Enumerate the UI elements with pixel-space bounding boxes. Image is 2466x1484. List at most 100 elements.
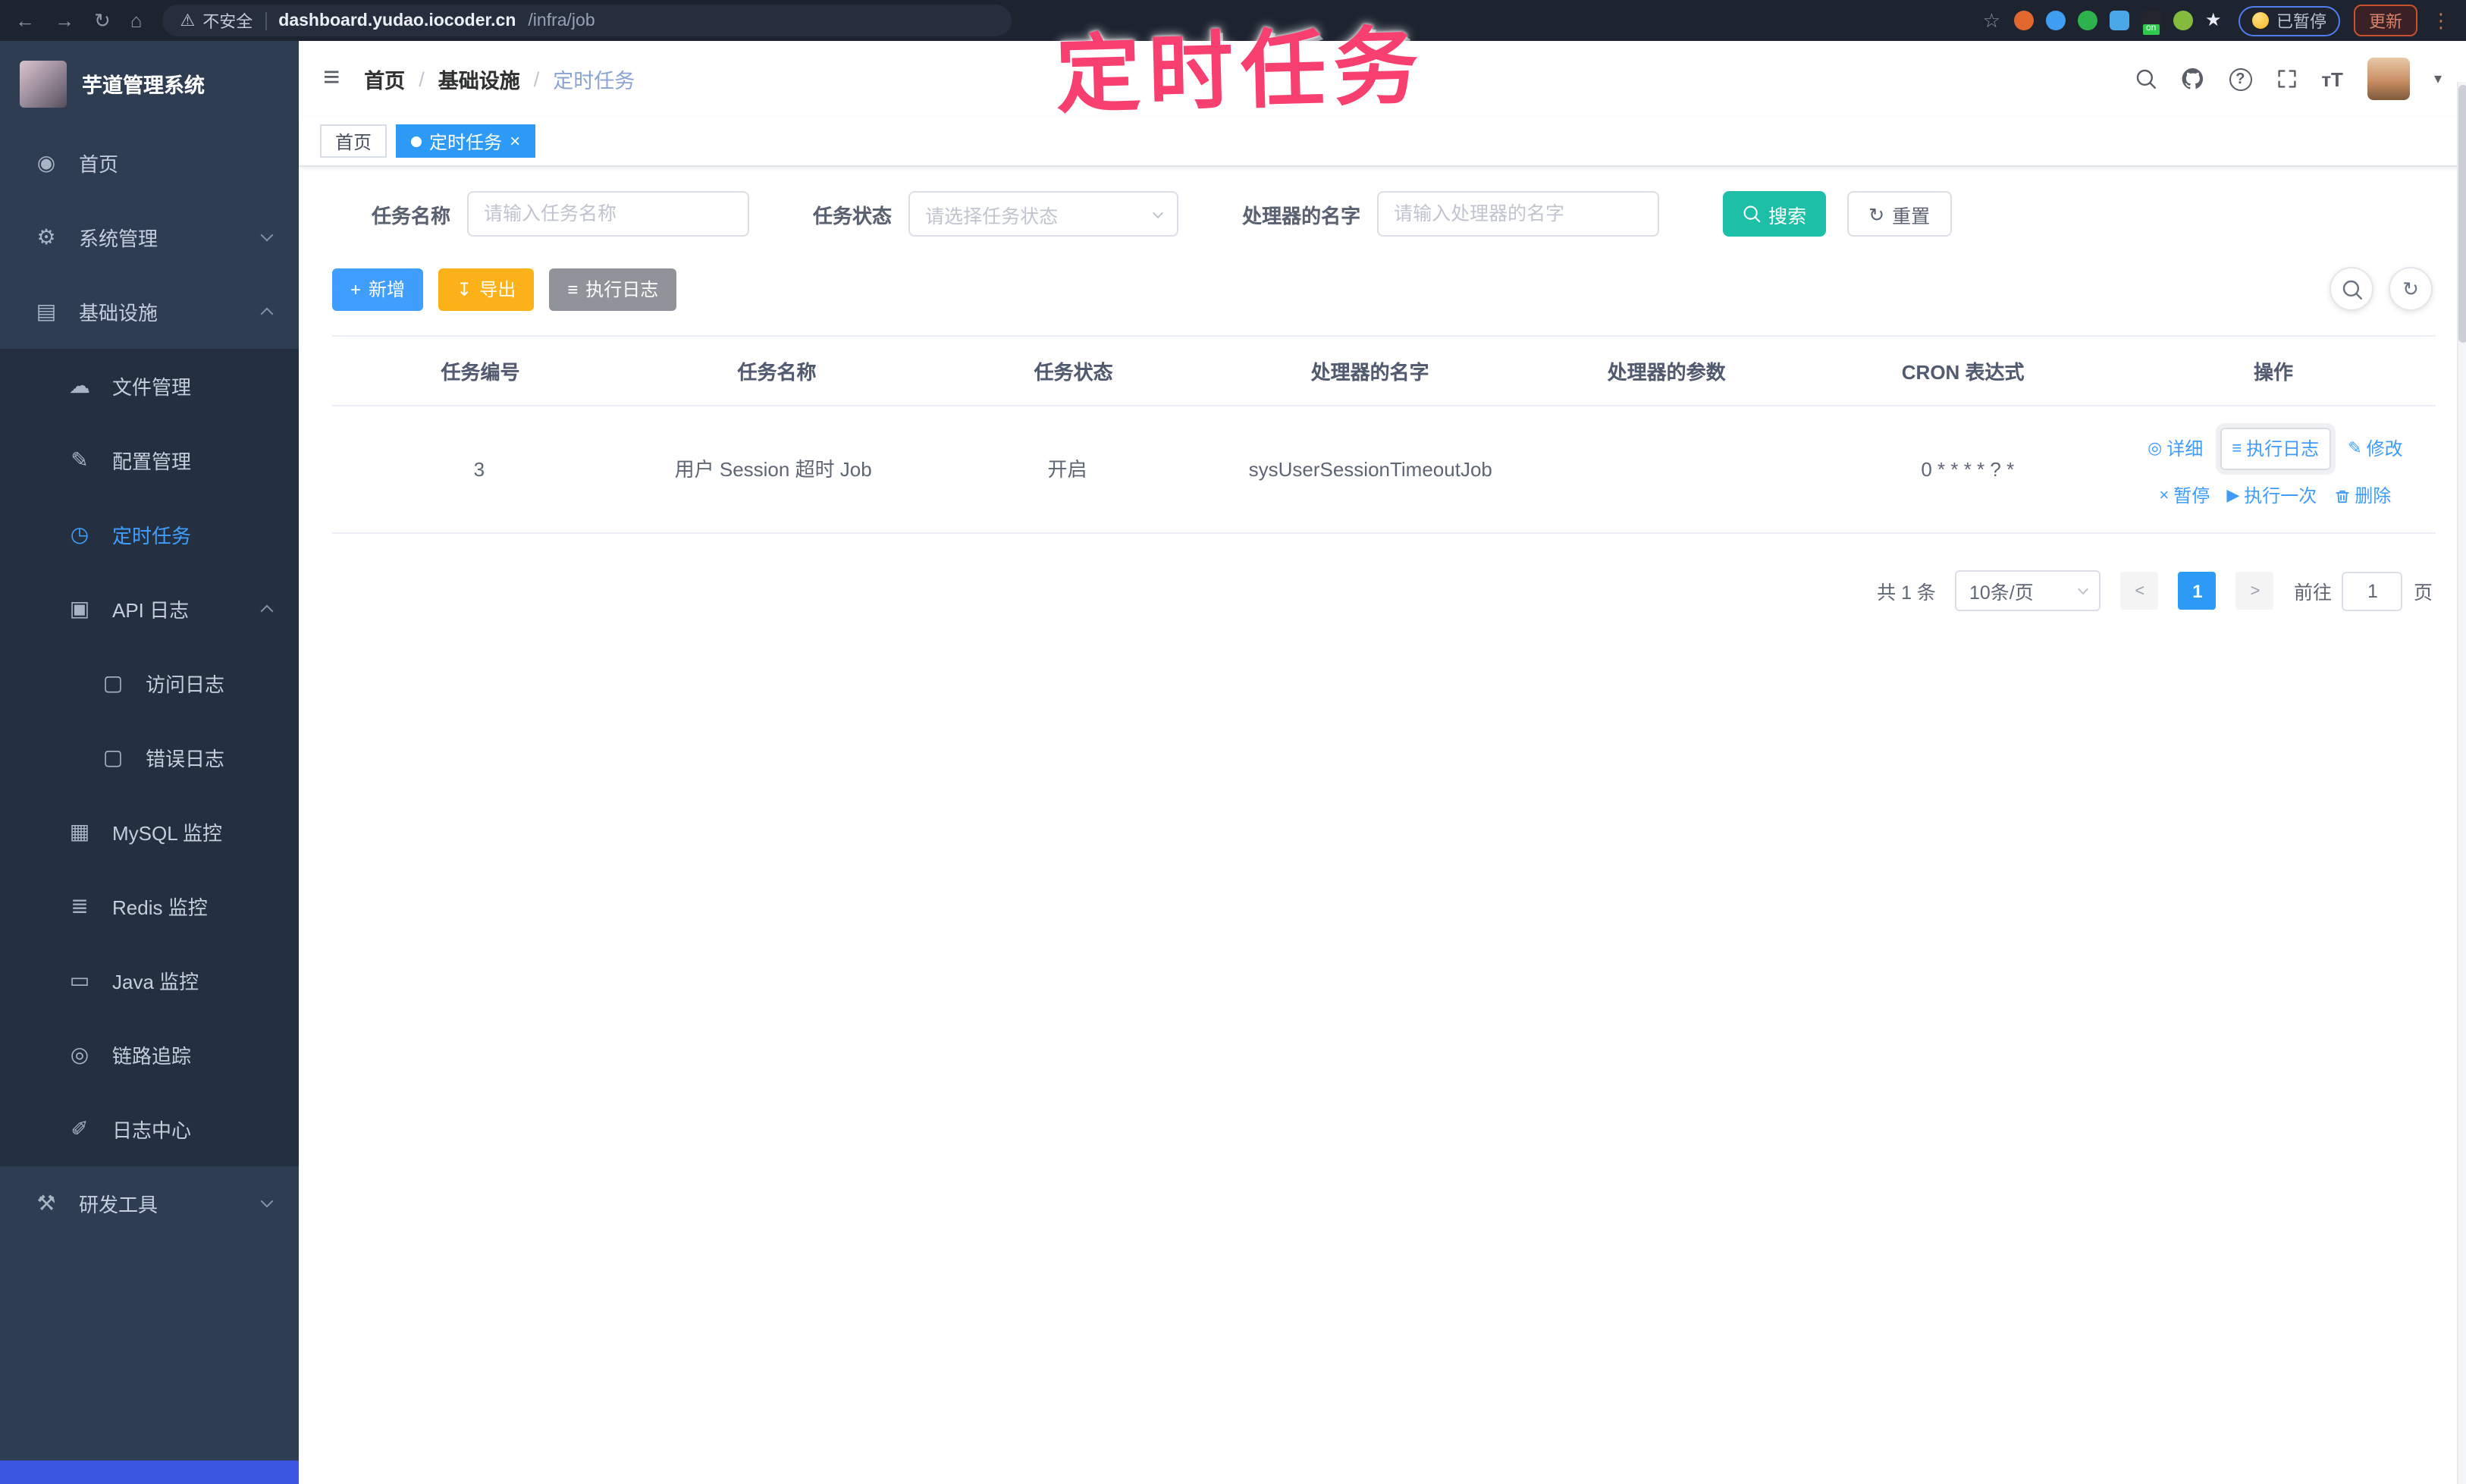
java-monitor-icon: ▭ bbox=[69, 968, 90, 992]
bookmark-star-icon[interactable]: ☆ bbox=[1983, 11, 2000, 30]
hamburger-icon[interactable]: ≡ bbox=[323, 62, 340, 96]
toggle-search-button[interactable] bbox=[2330, 267, 2373, 311]
sidebar-item-4[interactable]: ✎ 配置管理 bbox=[0, 423, 299, 497]
actions-line: ◎ 详细 ≡ 执行日志 ✎ 修改 bbox=[2148, 423, 2403, 475]
exec-log-button[interactable]: ≡ 执行日志 bbox=[549, 268, 677, 310]
add-button[interactable]: + 新增 bbox=[332, 268, 424, 310]
reload-icon[interactable]: ↻ bbox=[94, 11, 111, 30]
action-pencil[interactable]: ✎ 修改 bbox=[2348, 434, 2402, 464]
search-icon[interactable] bbox=[2135, 68, 2156, 89]
tag-1[interactable]: 定时任务 × bbox=[396, 124, 536, 158]
export-button[interactable]: ↧ 导出 bbox=[438, 268, 535, 310]
avatar[interactable] bbox=[2367, 58, 2410, 100]
chrome-update-button[interactable]: 更新 bbox=[2354, 5, 2417, 36]
table-body: 3 用户 Session 超时 Job 开启 sysUserSessionTimeou… bbox=[332, 406, 2436, 534]
page-button-1[interactable]: 1 bbox=[2178, 572, 2217, 610]
handler-filter-input[interactable] bbox=[1377, 191, 1660, 237]
refresh-icon: ↻ bbox=[1868, 204, 1885, 225]
sidebar-item-5[interactable]: ◷ 定时任务 bbox=[0, 497, 299, 572]
list-icon: ≡ bbox=[567, 278, 579, 300]
sidebar-item-0[interactable]: ◉ 首页 bbox=[0, 126, 299, 200]
app-logo-row[interactable]: 芋道管理系统 bbox=[0, 41, 299, 126]
back-icon[interactable]: ← bbox=[15, 11, 35, 30]
action-close[interactable]: × 暂停 bbox=[2159, 481, 2210, 511]
extension-dark-on[interactable]: on bbox=[2141, 11, 2161, 35]
breadcrumb-separator: / bbox=[419, 67, 425, 90]
address-bar[interactable]: ⚠ 不安全 dashboard.yudao.iocoder.cn/infra/j… bbox=[162, 5, 1012, 36]
tag-0[interactable]: 首页 bbox=[320, 124, 387, 158]
status-select-placeholder: 请选择任务状态 bbox=[925, 206, 1059, 227]
sidebar-item-label: 定时任务 bbox=[112, 525, 192, 547]
search-icon bbox=[2341, 278, 2362, 300]
goto-label: 前往 bbox=[2293, 582, 2332, 604]
table-header-cell: 操作 bbox=[2254, 361, 2294, 384]
extension-star[interactable]: ★ bbox=[2205, 10, 2225, 30]
eye-icon: ◎ bbox=[2148, 440, 2163, 458]
actions-line: × 暂停 ▶ 执行一次 删除 bbox=[2159, 481, 2391, 511]
browser-menu-icon[interactable]: ⋮ bbox=[2431, 8, 2451, 33]
status-filter-select[interactable]: 请选择任务状态 bbox=[908, 191, 1179, 237]
fullscreen-icon[interactable] bbox=[2276, 68, 2297, 89]
breadcrumb-item[interactable]: 首页 bbox=[364, 64, 405, 94]
list-icon: ≡ bbox=[2232, 440, 2242, 458]
extension-pin[interactable] bbox=[2046, 11, 2066, 30]
reset-button[interactable]: ↻ 重置 bbox=[1847, 191, 1952, 237]
extension-blue-grid[interactable] bbox=[2110, 11, 2129, 30]
action-list[interactable]: ≡ 执行日志 bbox=[2215, 423, 2336, 475]
extension-green[interactable] bbox=[2078, 11, 2097, 30]
font-size-icon[interactable]: тT bbox=[2321, 67, 2343, 90]
handler-filter-label: 处理器的名字 bbox=[1242, 204, 1361, 227]
sidebar-item-label: Java 监控 bbox=[112, 971, 199, 993]
tag-label: 首页 bbox=[335, 131, 372, 152]
sidebar-item-10[interactable]: ≣ Redis 监控 bbox=[0, 869, 299, 943]
paused-extension-badge[interactable]: 已暂停 bbox=[2239, 5, 2340, 36]
sidebar-item-12[interactable]: ◎ 链路追踪 bbox=[0, 1018, 299, 1092]
sidebar-item-14[interactable]: ⚒ 研发工具 bbox=[0, 1166, 299, 1241]
filter-form: 任务名称 任务状态 请选择任务状态 处理器的名字 搜索 bbox=[372, 191, 2436, 237]
scrollbar-thumb[interactable] bbox=[2458, 85, 2466, 343]
close-icon[interactable]: × bbox=[510, 132, 520, 150]
sidebar-item-11[interactable]: ▭ Java 监控 bbox=[0, 943, 299, 1018]
action-eye[interactable]: ◎ 详细 bbox=[2148, 434, 2203, 464]
sidebar-item-9[interactable]: ▦ MySQL 监控 bbox=[0, 795, 299, 869]
action-label: 执行一次 bbox=[2244, 485, 2317, 507]
app-logo bbox=[20, 60, 67, 107]
name-filter-input[interactable] bbox=[467, 191, 750, 237]
page-size-select[interactable]: 10条/页 bbox=[1955, 570, 2101, 611]
chevron-down-icon bbox=[260, 228, 274, 242]
extension-orange[interactable] bbox=[2014, 11, 2034, 30]
breadcrumb-item[interactable]: 基础设施 bbox=[438, 64, 520, 94]
action-trash[interactable]: 删除 bbox=[2333, 481, 2391, 511]
sidebar-item-label: 基础设施 bbox=[79, 302, 158, 325]
sidebar-item-7[interactable]: ▢ 访问日志 bbox=[0, 646, 299, 720]
home-icon[interactable]: ⌂ bbox=[130, 11, 143, 30]
help-icon[interactable]: ? bbox=[2229, 67, 2252, 90]
security-status[interactable]: ⚠ 不安全 bbox=[180, 8, 253, 33]
prev-page-button[interactable]: < bbox=[2120, 572, 2159, 610]
paused-label: 已暂停 bbox=[2276, 13, 2326, 31]
sidebar-item-2[interactable]: ▤ 基础设施 bbox=[0, 275, 299, 349]
next-page-button[interactable]: > bbox=[2235, 572, 2274, 610]
goto-page-input[interactable] bbox=[2342, 571, 2403, 610]
sidebar-item-3[interactable]: ☁ 文件管理 bbox=[0, 349, 299, 423]
sidebar-item-1[interactable]: ⚙ 系统管理 bbox=[0, 200, 299, 275]
forward-icon[interactable]: → bbox=[55, 11, 74, 30]
breadcrumb-separator: / bbox=[533, 67, 540, 90]
sidebar-item-label: 错误日志 bbox=[146, 748, 225, 770]
sidebar-item-8[interactable]: ▢ 错误日志 bbox=[0, 720, 299, 795]
sidebar-item-13[interactable]: ✐ 日志中心 bbox=[0, 1092, 299, 1166]
action-label: 详细 bbox=[2166, 438, 2204, 460]
divider bbox=[265, 11, 267, 30]
url-path: /infra/job bbox=[528, 11, 595, 30]
scrollbar[interactable] bbox=[2457, 82, 2466, 1484]
annotation-title: 定时任务 bbox=[1054, 17, 1427, 124]
action-play[interactable]: ▶ 执行一次 bbox=[2226, 481, 2317, 511]
table-tools: ↻ bbox=[2330, 267, 2433, 311]
github-icon[interactable] bbox=[2180, 67, 2204, 91]
chevron-down-icon[interactable]: ▾ bbox=[2434, 71, 2442, 87]
sidebar-item-6[interactable]: ▣ API 日志 bbox=[0, 572, 299, 646]
search-button[interactable]: 搜索 bbox=[1723, 191, 1827, 237]
refresh-table-button[interactable]: ↻ bbox=[2389, 267, 2433, 311]
extension-leaf[interactable] bbox=[2173, 11, 2193, 30]
chevron-up-icon bbox=[260, 602, 274, 618]
